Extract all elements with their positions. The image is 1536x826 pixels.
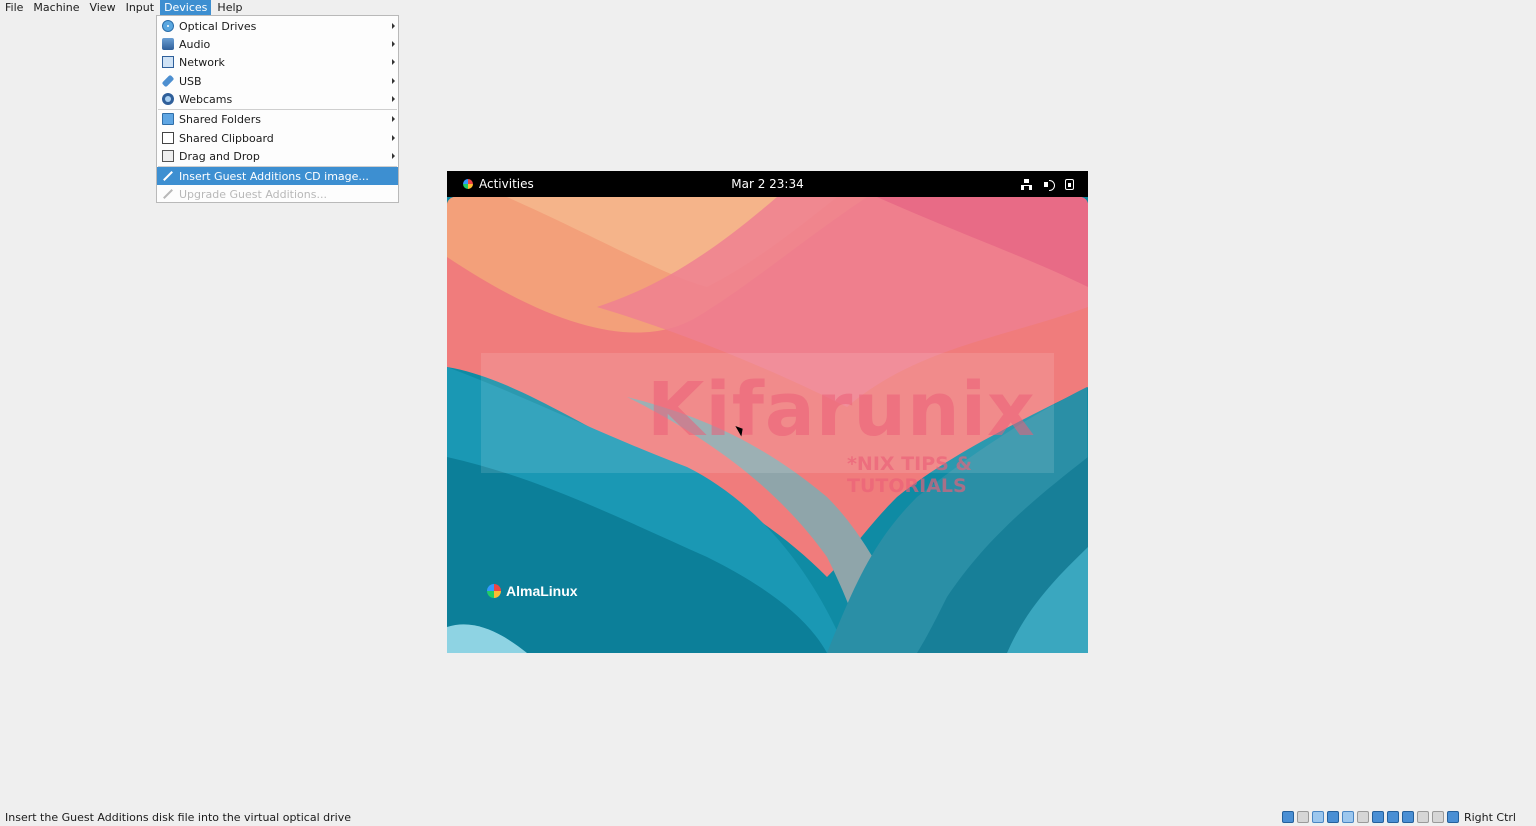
- vm-display[interactable]: Activities Mar 2 23:34 Kifarunix *NIX TI…: [447, 171, 1088, 653]
- network-icon: [162, 56, 174, 68]
- menu-item-upgrade-guest-additions: Upgrade Guest Additions...: [157, 185, 398, 203]
- shared-folders-status-icon[interactable]: [1356, 811, 1369, 823]
- optical-disc-icon: [162, 20, 174, 32]
- menu-item-label: Insert Guest Additions CD image...: [179, 169, 369, 183]
- hard-disk-icon[interactable]: [1281, 811, 1294, 823]
- network-status-icon[interactable]: [1019, 177, 1034, 192]
- menu-item-drag-and-drop[interactable]: Drag and Drop: [157, 147, 398, 165]
- status-message: Insert the Guest Additions disk file int…: [5, 811, 351, 824]
- submenu-arrow-icon: [392, 153, 395, 159]
- desktop-wallpaper: Kifarunix *NIX TIPS & TUTORIALS AlmaLinu…: [447, 197, 1088, 653]
- menu-item-network[interactable]: Network: [157, 53, 398, 71]
- recording-icon[interactable]: [1386, 811, 1399, 823]
- menu-item-label: Shared Folders: [179, 112, 261, 126]
- mouse-integration-icon[interactable]: [1431, 811, 1444, 823]
- menu-item-insert-guest-additions[interactable]: Insert Guest Additions CD image...: [157, 167, 398, 185]
- battery-icon[interactable]: [1065, 178, 1074, 190]
- submenu-arrow-icon: [392, 116, 395, 122]
- almalinux-brand: AlmaLinux: [487, 583, 578, 599]
- menu-item-label: Drag and Drop: [179, 149, 260, 163]
- menu-item-usb[interactable]: USB: [157, 72, 398, 90]
- gnome-top-bar: Activities Mar 2 23:34: [447, 171, 1088, 197]
- menu-file[interactable]: File: [1, 0, 27, 15]
- usb-status-icon[interactable]: [1341, 811, 1354, 823]
- submenu-arrow-icon: [392, 96, 395, 102]
- submenu-arrow-icon: [392, 41, 395, 47]
- menubar: File Machine View Input Devices Help: [0, 0, 1536, 15]
- menu-devices[interactable]: Devices: [160, 0, 212, 15]
- menu-item-label: Network: [179, 55, 225, 69]
- menu-item-label: Webcams: [179, 92, 233, 106]
- devices-dropdown-menu: Optical Drives Audio Network USB Webcams…: [156, 15, 399, 203]
- menu-input[interactable]: Input: [122, 0, 158, 15]
- menu-item-shared-clipboard[interactable]: Shared Clipboard: [157, 129, 398, 147]
- host-key-label: Right Ctrl: [1463, 810, 1516, 824]
- submenu-arrow-icon: [392, 78, 395, 84]
- optical-drive-icon[interactable]: [1296, 811, 1309, 823]
- cpu-icon[interactable]: [1416, 811, 1429, 823]
- brand-label: AlmaLinux: [506, 583, 578, 599]
- audio-status-icon[interactable]: [1311, 811, 1324, 823]
- menu-item-webcams[interactable]: Webcams: [157, 90, 398, 108]
- network-adapter-icon[interactable]: [1401, 811, 1414, 823]
- usb-icon: [161, 74, 175, 88]
- menu-item-label: Optical Drives: [179, 19, 257, 33]
- volume-icon[interactable]: [1044, 179, 1055, 191]
- menu-view[interactable]: View: [85, 0, 119, 15]
- almalinux-logo-icon: [487, 584, 501, 598]
- display-status-icon[interactable]: [1371, 811, 1384, 823]
- submenu-arrow-icon: [392, 23, 395, 29]
- system-tray[interactable]: [1019, 171, 1074, 197]
- network-status-icon[interactable]: [1326, 811, 1339, 823]
- status-indicators: Right Ctrl: [1281, 810, 1516, 824]
- submenu-arrow-icon: [392, 59, 395, 65]
- audio-icon: [162, 38, 174, 50]
- menu-machine[interactable]: Machine: [29, 0, 83, 15]
- menu-item-label: USB: [179, 74, 202, 88]
- watermark-subtitle: *NIX TIPS & TUTORIALS: [847, 453, 972, 497]
- menu-item-shared-folders[interactable]: Shared Folders: [157, 110, 398, 128]
- insert-cd-icon: [162, 170, 174, 182]
- drag-drop-icon: [162, 150, 174, 162]
- watermark-title: Kifarunix: [647, 367, 1036, 453]
- menu-item-optical-drives[interactable]: Optical Drives: [157, 17, 398, 35]
- menu-help[interactable]: Help: [213, 0, 246, 15]
- submenu-arrow-icon: [392, 135, 395, 141]
- clipboard-icon: [162, 132, 174, 144]
- menu-item-label: Upgrade Guest Additions...: [179, 187, 327, 201]
- keyboard-capture-icon[interactable]: [1446, 811, 1459, 823]
- menu-item-label: Shared Clipboard: [179, 131, 274, 145]
- upgrade-icon: [162, 188, 174, 200]
- shared-folder-icon: [162, 113, 174, 125]
- menu-item-label: Audio: [179, 37, 211, 51]
- menu-item-audio[interactable]: Audio: [157, 35, 398, 53]
- clock[interactable]: Mar 2 23:34: [447, 171, 1088, 197]
- webcam-icon: [162, 93, 174, 105]
